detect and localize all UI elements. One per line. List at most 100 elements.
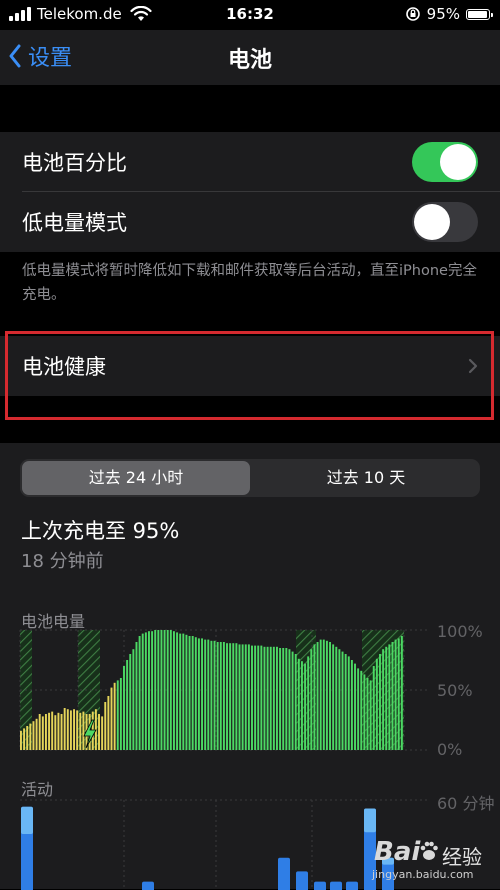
battery-level-bar (136, 642, 138, 750)
battery-level-bar (382, 649, 384, 750)
battery-level-bar (182, 634, 184, 750)
battery-level-bar (363, 674, 365, 750)
battery-level-bar (235, 643, 237, 750)
battery-level-bar (232, 643, 234, 750)
battery-level-bar (139, 636, 141, 750)
battery-level-bar (388, 644, 390, 750)
battery-level-bar (64, 708, 66, 750)
page-title: 电池 (0, 42, 500, 74)
toggle-knob (440, 144, 476, 180)
battery-level-bar (36, 719, 38, 750)
battery-level-bar (313, 644, 315, 750)
time-range-segmented-control: 过去 24 小时 过去 10 天 (20, 459, 480, 497)
battery-level-bar (370, 680, 372, 750)
battery-level-bar (123, 666, 125, 750)
battery-percentage-row: 电池百分比 (0, 132, 500, 192)
battery-level-bar (132, 649, 134, 750)
battery-level-bar (48, 713, 50, 750)
battery-percent: 95% (427, 5, 460, 23)
battery-level-bar (342, 652, 344, 750)
battery-level-bar (401, 636, 403, 750)
battery-level-bar (276, 647, 278, 750)
battery-level-bar (398, 638, 400, 750)
battery-level-bar (285, 648, 287, 750)
nav-bar: 设置 电池 (0, 30, 500, 85)
battery-level-bar (57, 713, 59, 750)
battery-level-bar (338, 649, 340, 750)
toggle-knob (414, 204, 450, 240)
battery-level-bar (379, 654, 381, 750)
battery-level-bar (332, 644, 334, 750)
battery-level-bar (70, 710, 72, 750)
battery-level-bar (185, 635, 187, 750)
battery-level-bar (101, 716, 103, 750)
battery-level-bar (67, 709, 69, 750)
battery-level-bar (82, 712, 84, 750)
battery-level-bar (351, 660, 353, 750)
battery-level-bar (376, 659, 378, 750)
battery-level-chart (0, 620, 500, 760)
battery-level-bar (360, 671, 362, 750)
battery-level-bar (254, 646, 256, 750)
segment-last-24-hours[interactable]: 过去 24 小时 (22, 461, 250, 495)
battery-percentage-toggle[interactable] (412, 142, 478, 182)
low-power-mode-row: 低电量模式 (0, 192, 500, 252)
battery-level-bar (29, 724, 31, 750)
battery-level-bar (207, 640, 209, 750)
battery-level-bar (320, 640, 322, 750)
battery-level-bar (248, 644, 250, 750)
battery-level-bar (317, 642, 319, 750)
battery-level-bar (329, 642, 331, 750)
battery-level-bar (385, 647, 387, 750)
toggle-group: 电池百分比 低电量模式 (0, 132, 500, 252)
watermark-url: jingyan.baidu.com (372, 868, 474, 881)
battery-level-bar (42, 716, 44, 750)
status-right: 95% (405, 5, 490, 23)
battery-level-bar (176, 632, 178, 750)
battery-percentage-label: 电池百分比 (22, 147, 127, 177)
battery-level-bar (335, 647, 337, 750)
battery-level-bar (189, 636, 191, 750)
battery-level-bar (260, 646, 262, 750)
battery-level-bar (223, 642, 225, 750)
battery-level-bar (114, 683, 116, 750)
battery-level-bar (204, 640, 206, 750)
battery-level-bar (357, 668, 359, 750)
battery-level-bar (264, 647, 266, 750)
battery-level-bar (257, 646, 259, 750)
battery-level-bar (198, 638, 200, 750)
battery-level-bar (301, 661, 303, 750)
battery-level-bar (173, 631, 175, 750)
paw-icon (420, 841, 438, 861)
battery-level-bar (51, 712, 53, 750)
battery-level-bar (145, 632, 147, 750)
battery-level-bar (307, 656, 309, 750)
battery-level-bar (54, 715, 56, 750)
battery-level-bar (323, 640, 325, 750)
battery-level-bar (120, 678, 122, 750)
battery-level-bar (164, 630, 166, 750)
low-power-mode-label: 低电量模式 (22, 207, 127, 237)
battery-level-bar (195, 637, 197, 750)
battery-level-bar (245, 644, 247, 750)
battery-level-bar (23, 728, 25, 750)
battery-icon (466, 9, 490, 20)
battery-level-bar (292, 652, 294, 750)
battery-level-bar (148, 631, 150, 750)
activity-bar-top (364, 809, 376, 833)
low-power-mode-toggle[interactable] (412, 202, 478, 242)
battery-level-bar (214, 641, 216, 750)
battery-level-bar (76, 710, 78, 750)
battery-level-bar (151, 631, 153, 750)
battery-level-bar (367, 678, 369, 750)
status-bar: Telekom.de 16:32 95% (0, 0, 500, 30)
battery-level-bar (129, 654, 131, 750)
battery-level-bar (282, 648, 284, 750)
segment-last-10-days[interactable]: 过去 10 天 (252, 459, 480, 497)
battery-level-bar (226, 643, 228, 750)
battery-level-bar (170, 630, 172, 750)
battery-level-bar (157, 630, 159, 750)
battery-level-bar (270, 647, 272, 750)
baidu-jingyan-watermark: Bai 经验 jingyan.baidu.com (364, 835, 494, 885)
battery-level-bar (154, 630, 156, 750)
